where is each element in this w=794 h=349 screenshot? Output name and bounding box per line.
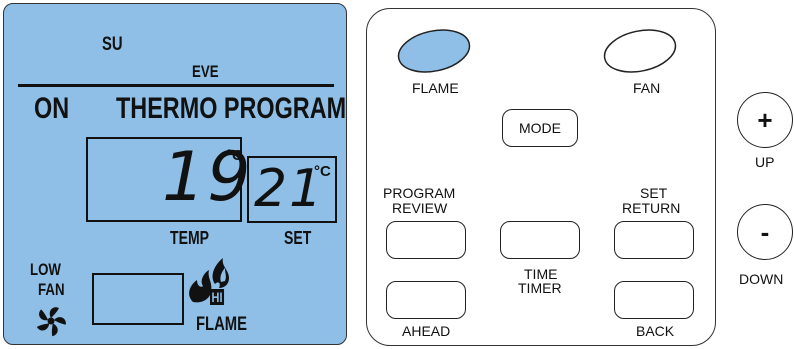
program-review-label-line2: REVIEW: [392, 200, 448, 216]
fan-speed-label: LOW: [30, 260, 61, 279]
program-review-button[interactable]: [386, 221, 466, 259]
plus-icon: +: [757, 104, 773, 135]
ahead-button-label: AHEAD: [402, 323, 451, 339]
time-timer-button[interactable]: [500, 221, 580, 259]
program-review-label-line1: PROGRAM: [383, 185, 456, 201]
lcd-divider: [18, 84, 334, 87]
status-indicator: ON: [34, 92, 70, 125]
set-return-button[interactable]: [614, 221, 694, 259]
fan-button[interactable]: [598, 26, 682, 80]
mode-button[interactable]: MODE: [502, 109, 578, 147]
fan-label: FAN: [38, 280, 65, 299]
temp-label: TEMP: [170, 228, 210, 248]
time-timer-label-line2: TIMER: [518, 280, 562, 296]
back-button[interactable]: [614, 281, 694, 319]
down-button-label: DOWN: [739, 271, 784, 287]
mode-button-label: MODE: [519, 120, 561, 136]
set-return-label-line2: RETURN: [622, 200, 681, 216]
up-button[interactable]: +: [737, 92, 793, 148]
aux-display-box: [92, 273, 184, 325]
mode-indicator: THERMO PROGRAM: [116, 92, 347, 125]
fan-icon: [36, 307, 66, 337]
down-button[interactable]: -: [737, 204, 793, 260]
ahead-button[interactable]: [386, 281, 466, 319]
temp-unit: °C: [226, 147, 243, 164]
set-unit: °C: [314, 163, 331, 180]
lcd-display: SU EVE ON THERMO PROGRAM 19 °C TEMP 21 °…: [3, 3, 347, 345]
period-indicator: EVE: [192, 62, 219, 81]
day-indicator: SU: [102, 34, 123, 55]
flame-button-label: FLAME: [412, 80, 459, 96]
flame-indicator-label: FLAME: [196, 314, 248, 335]
fan-button-label: FAN: [633, 80, 661, 96]
up-button-label: UP: [755, 154, 775, 170]
set-label: SET: [284, 228, 312, 248]
set-return-label-line1: SET: [640, 185, 668, 201]
minus-icon: -: [760, 216, 770, 247]
flame-level: HI: [210, 289, 225, 305]
back-button-label: BACK: [636, 323, 675, 339]
flame-button[interactable]: [394, 26, 478, 80]
